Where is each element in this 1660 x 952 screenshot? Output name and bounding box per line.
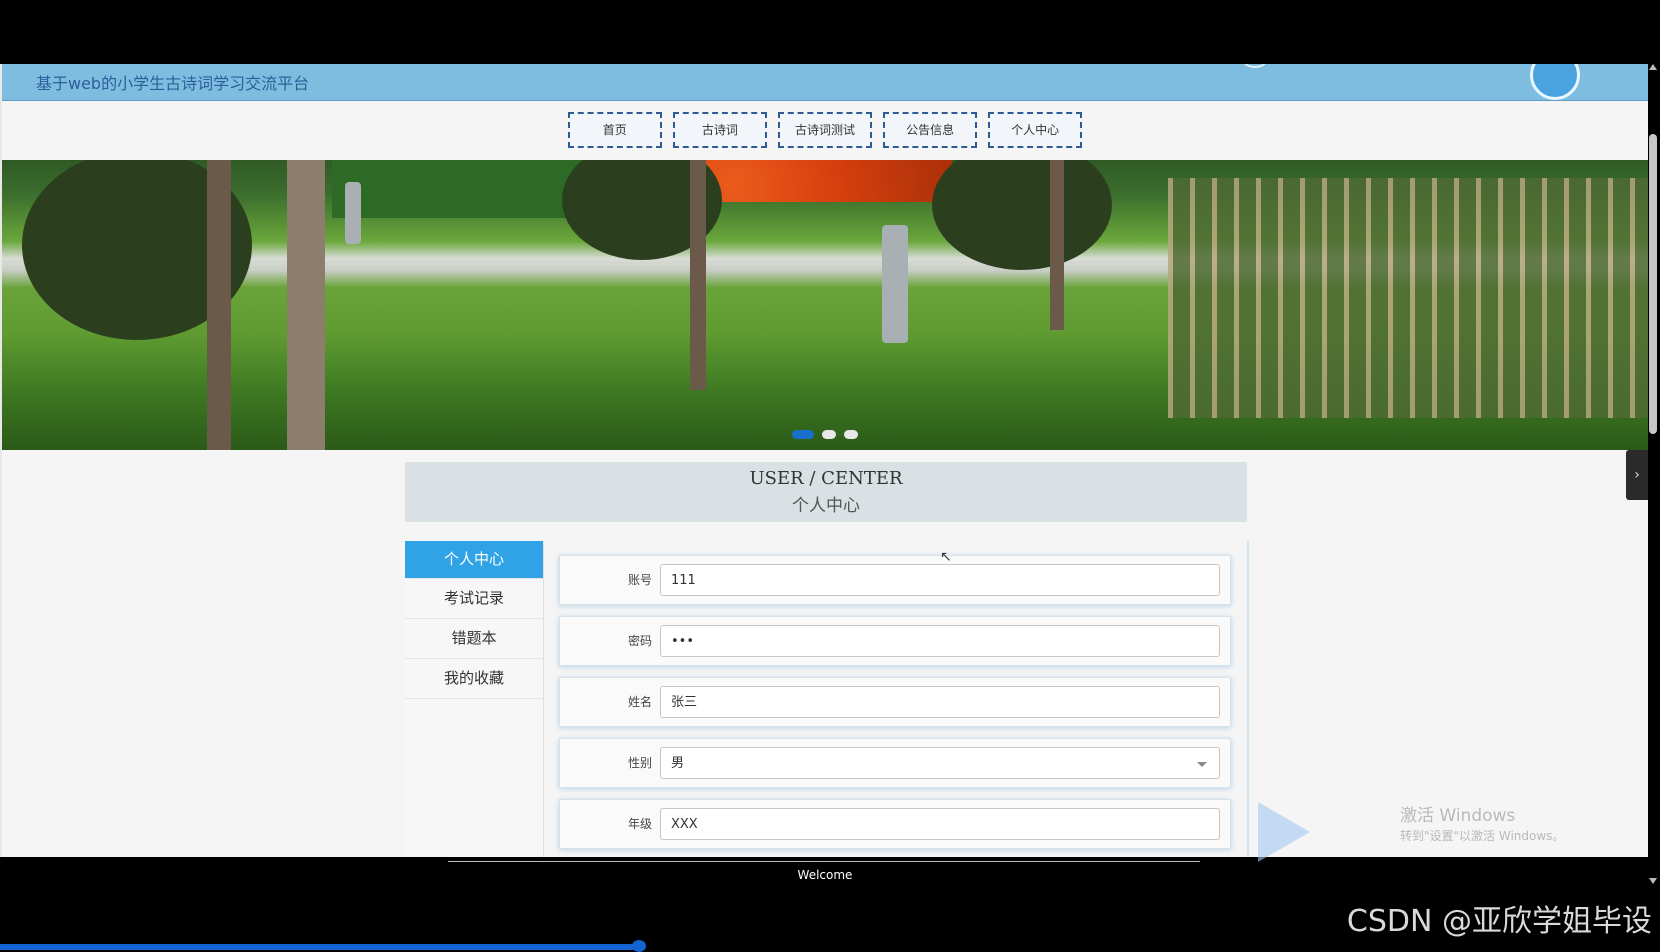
banner-fence	[1168, 178, 1648, 418]
decoration-circle-icon	[1240, 64, 1270, 68]
user-center-sidebar: 个人中心 考试记录 错题本 我的收藏	[405, 541, 544, 857]
name-label: 姓名	[627, 695, 652, 709]
banner-trunk	[1050, 160, 1064, 330]
account-input[interactable]: 111	[660, 564, 1220, 596]
password-label: 密码	[627, 634, 652, 648]
banner-carousel[interactable]	[2, 160, 1648, 450]
carousel-dot[interactable]	[792, 430, 814, 439]
sidebar-item-profile[interactable]: 个人中心	[405, 541, 543, 579]
banner-trunk	[287, 160, 325, 450]
account-label: 账号	[627, 573, 652, 587]
chevron-right-icon[interactable]: ›	[1626, 450, 1648, 500]
form-row-password: 密码 •••	[559, 616, 1231, 666]
user-center-title-en: USER / CENTER	[749, 468, 903, 489]
profile-form: 账号 111 密码 ••• 姓名 张三 性别 男 年级 XXX	[545, 541, 1249, 857]
mouse-cursor-icon: ↖	[940, 549, 952, 565]
carousel-dot[interactable]	[844, 430, 858, 439]
sidebar-item-exam-records[interactable]: 考试记录	[405, 579, 543, 619]
avatar[interactable]	[1530, 64, 1580, 100]
scroll-thumb[interactable]	[1649, 134, 1657, 434]
nav-poem-test[interactable]: 古诗词测试	[778, 112, 872, 148]
main-nav: 首页 古诗词 古诗词测试 公告信息 个人中心	[2, 112, 1648, 148]
site-title: 基于web的小学生古诗词学习交流平台	[36, 74, 310, 93]
nav-user-center[interactable]: 个人中心	[988, 112, 1083, 148]
banner-lamp	[882, 225, 908, 343]
top-bar: 基于web的小学生古诗词学习交流平台	[2, 64, 1648, 101]
user-center-title-cn: 个人中心	[792, 496, 860, 516]
nav-announcements[interactable]: 公告信息	[883, 112, 978, 148]
footer-text: Welcome	[797, 868, 853, 882]
scroll-up-icon[interactable]	[1649, 64, 1657, 70]
password-input[interactable]: •••	[660, 625, 1220, 657]
page-scrollbar[interactable]	[1648, 64, 1658, 884]
carousel-dot[interactable]	[822, 430, 836, 439]
name-input[interactable]: 张三	[660, 686, 1220, 718]
gender-value: 男	[671, 756, 685, 771]
user-center-header: USER / CENTER 个人中心	[405, 462, 1247, 522]
form-row-account: 账号 111	[559, 555, 1231, 605]
sidebar-item-favorites[interactable]: 我的收藏	[405, 659, 543, 699]
grade-label: 年级	[627, 817, 652, 831]
scroll-down-icon[interactable]	[1649, 878, 1657, 884]
windows-activation-hint: 转到"设置"以激活 Windows。	[1400, 829, 1565, 843]
banner-tree	[932, 160, 1112, 270]
chevron-down-icon	[1197, 762, 1207, 767]
carousel-indicators	[792, 424, 866, 443]
gender-label: 性别	[627, 756, 652, 770]
video-progress-knob[interactable]	[632, 940, 646, 952]
footer-divider	[448, 861, 1200, 862]
banner-trunk	[690, 160, 706, 390]
form-row-grade: 年级 XXX	[559, 799, 1231, 849]
nav-home[interactable]: 首页	[567, 112, 662, 148]
watermark: CSDN @亚欣学姐毕设	[1346, 904, 1652, 939]
form-row-gender: 性别 男	[559, 738, 1231, 788]
gender-select[interactable]: 男	[660, 747, 1220, 779]
grade-input[interactable]: XXX	[660, 808, 1220, 840]
play-icon	[1258, 802, 1310, 862]
windows-activation-title: 激活 Windows	[1400, 806, 1516, 826]
banner-lamp	[345, 182, 361, 244]
browser-viewport: 基于web的小学生古诗词学习交流平台 首页 古诗词 古诗词测试 公告信息 个人中…	[0, 64, 1648, 857]
nav-poems[interactable]: 古诗词	[672, 112, 767, 148]
banner-trunk	[207, 160, 231, 450]
form-row-name: 姓名 张三	[559, 677, 1231, 727]
sidebar-item-mistake-book[interactable]: 错题本	[405, 619, 543, 659]
video-progress-bar[interactable]	[0, 944, 639, 950]
